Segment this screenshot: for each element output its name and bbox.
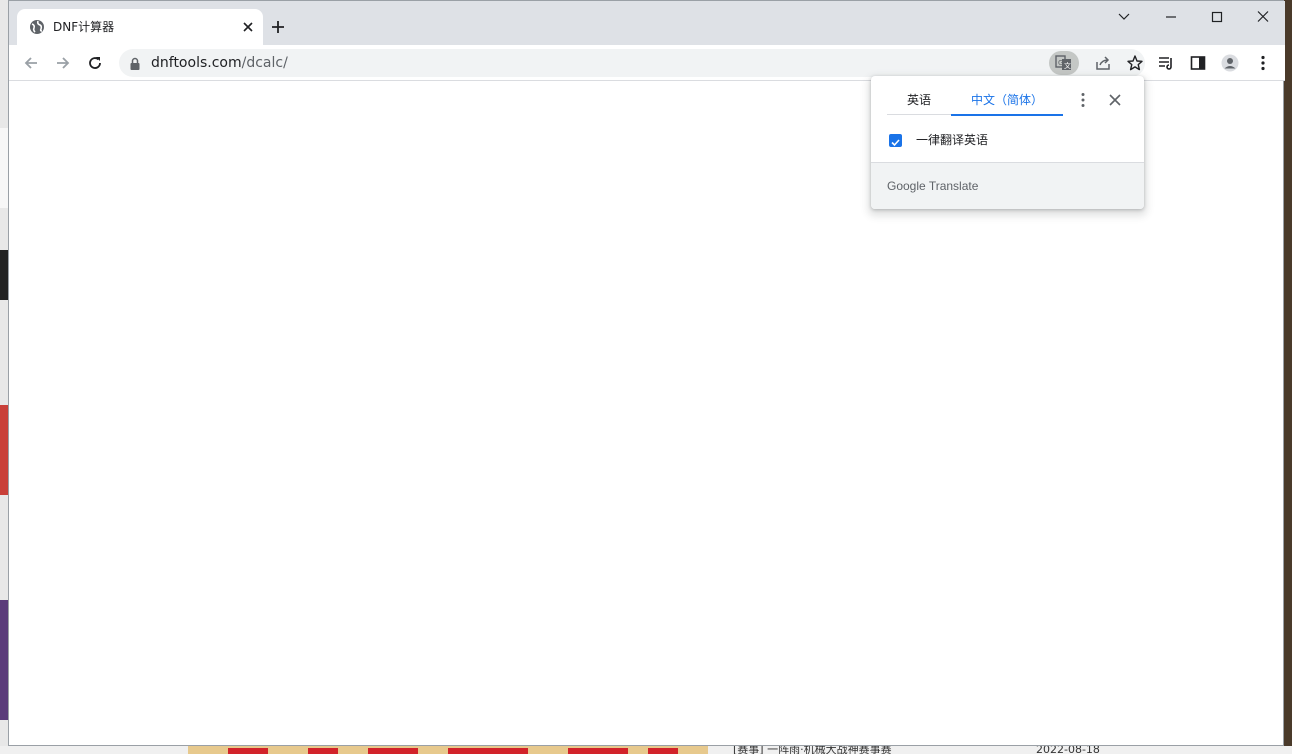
brand-google: Google — [887, 179, 926, 193]
reading-list-icon[interactable] — [1154, 51, 1178, 75]
translate-footer: Google Translate — [871, 162, 1144, 209]
background-poster — [188, 746, 708, 754]
translate-bubble: 英语 中文（简体） 一律翻译英语 Google Translate — [871, 76, 1144, 209]
translate-options-icon[interactable] — [1074, 91, 1092, 109]
background-left-edge — [0, 0, 8, 754]
profile-icon[interactable] — [1218, 51, 1242, 75]
reload-icon[interactable] — [83, 51, 107, 75]
background-right-edge — [1284, 0, 1292, 754]
forward-icon[interactable] — [51, 51, 75, 75]
target-language-tab[interactable]: 中文（简体） — [951, 88, 1063, 116]
always-translate-row[interactable]: 一律翻译英语 — [889, 132, 988, 148]
close-icon[interactable] — [1244, 5, 1280, 29]
star-icon[interactable] — [1123, 51, 1147, 75]
lock-icon[interactable] — [129, 56, 141, 75]
menu-icon[interactable] — [1251, 51, 1275, 75]
source-language-tab[interactable]: 英语 — [887, 88, 951, 116]
svg-text:文: 文 — [1064, 61, 1071, 70]
tab-strip: DNF计算器 — [9, 1, 1285, 45]
tab-close-icon[interactable] — [239, 18, 257, 36]
browser-window: DNF计算器 dnftools.com/dcalc/ G 文 英语 中文（简体）… — [8, 0, 1285, 746]
url-text[interactable]: dnftools.com/dcalc/ — [151, 55, 288, 71]
checkmark-icon — [891, 138, 900, 146]
always-translate-checkbox[interactable] — [889, 133, 902, 147]
new-tab-icon[interactable] — [268, 17, 288, 37]
translate-icon[interactable]: G文 — [1049, 51, 1079, 75]
google-translate-brand: Google Translate — [887, 178, 978, 194]
restore-down-icon[interactable] — [1152, 5, 1188, 29]
minimize-icon[interactable] — [1105, 5, 1141, 29]
browser-tab[interactable]: DNF计算器 — [17, 9, 263, 45]
share-icon[interactable] — [1091, 51, 1115, 75]
always-translate-label: 一律翻译英语 — [916, 133, 989, 147]
url-path: /dcalc/ — [241, 55, 288, 71]
tab-title: DNF计算器 — [53, 20, 115, 34]
globe-icon — [29, 19, 45, 35]
address-bar[interactable]: dnftools.com/dcalc/ G文 — [119, 49, 1145, 77]
side-panel-icon[interactable] — [1186, 51, 1210, 75]
back-icon[interactable] — [19, 51, 43, 75]
maximize-icon[interactable] — [1198, 5, 1234, 29]
background-bottom-edge: [赛事] 一阵雨·机械大战神赛事赛 2022-08-18 — [0, 744, 1292, 754]
brand-translate: Translate — [928, 179, 979, 193]
svg-text:G: G — [1058, 59, 1063, 67]
translate-close-icon[interactable] — [1106, 91, 1124, 109]
url-host: dnftools.com — [151, 55, 242, 71]
